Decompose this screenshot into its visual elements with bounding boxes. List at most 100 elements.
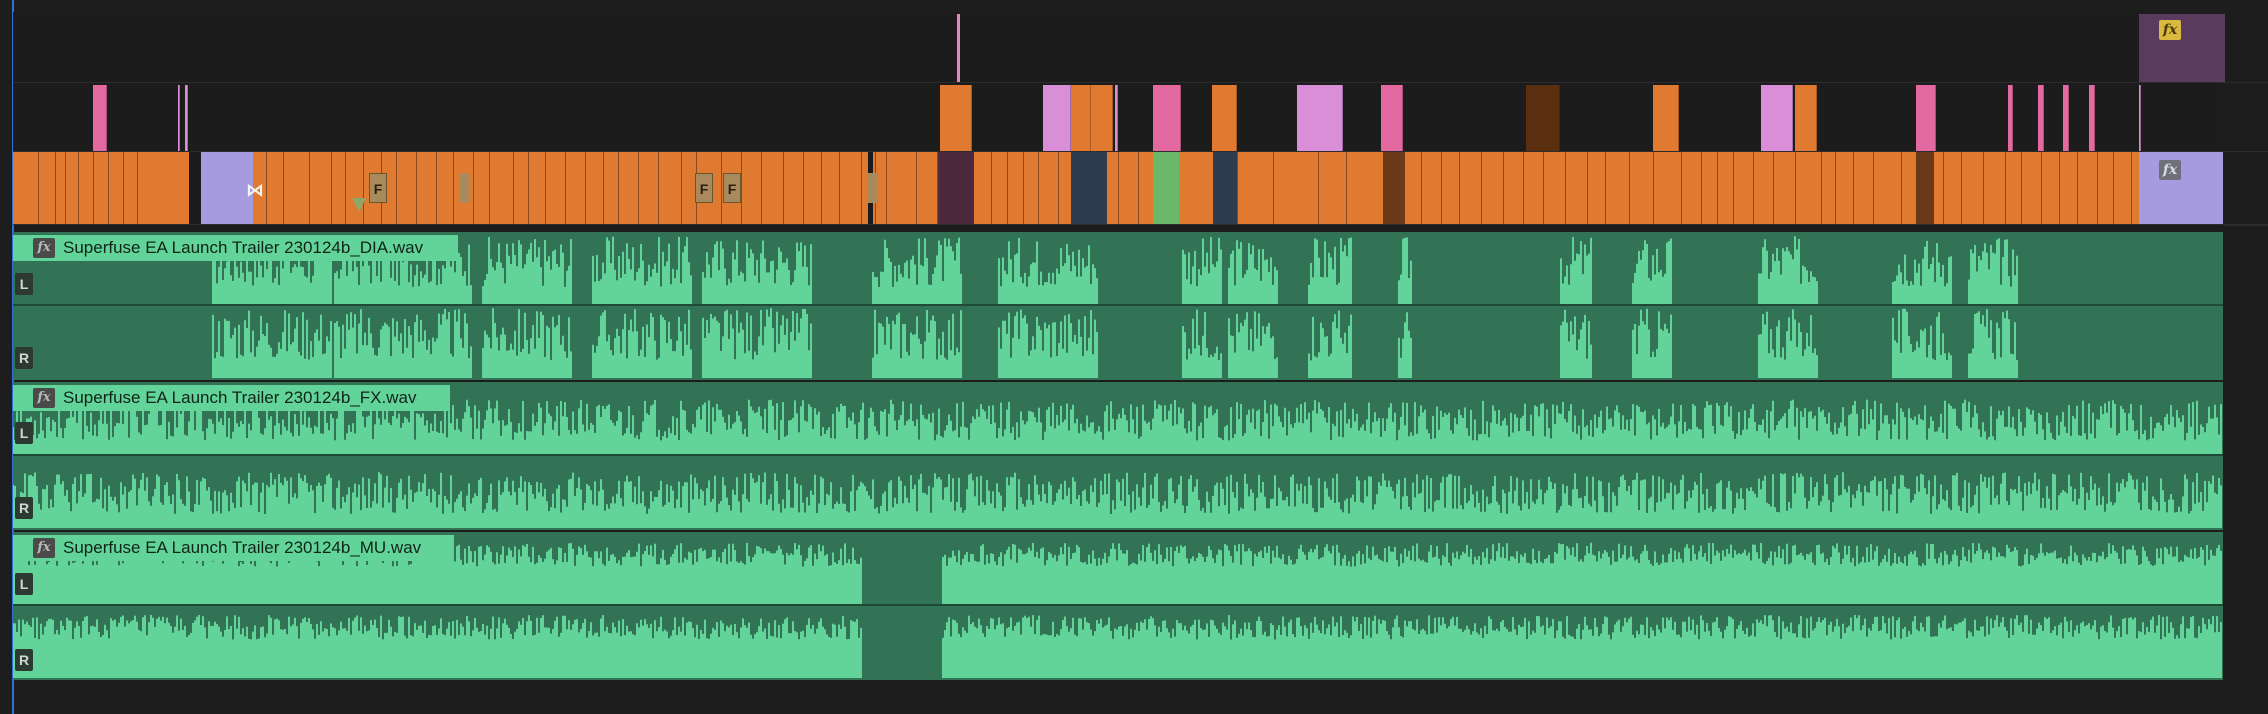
v2-clip[interactable]	[2008, 85, 2013, 151]
v1-clip-edge[interactable]	[2005, 152, 2006, 224]
v1-clip-edge[interactable]	[1346, 152, 1347, 224]
v3-thin-clip[interactable]	[957, 14, 960, 82]
v1-clip[interactable]	[1916, 152, 1934, 224]
v1-clip[interactable]	[1071, 152, 1107, 224]
fx-icon[interactable]: fx	[33, 238, 55, 258]
v1-clip-edge[interactable]	[618, 152, 619, 224]
v1-clip-edge[interactable]	[1503, 152, 1504, 224]
v1-clip-edge[interactable]	[585, 152, 586, 224]
v1-clip-edge[interactable]	[603, 152, 604, 224]
v2-clip[interactable]	[93, 85, 107, 151]
v1-clip-edge[interactable]	[1523, 152, 1524, 224]
v2-clip[interactable]	[940, 85, 972, 151]
audio-clip-header[interactable]: fx Superfuse EA Launch Trailer 230124b_F…	[13, 385, 450, 411]
v2-clip[interactable]	[1115, 85, 1118, 151]
v1-clip-edge[interactable]	[1058, 152, 1059, 224]
v1-clip-edge[interactable]	[2131, 152, 2132, 224]
sequence-timeline[interactable]: fx F F F ⋈ fx fx Superfuse EA Launch Tra…	[0, 0, 2268, 714]
v1-clip-edge[interactable]	[658, 152, 659, 224]
v1-clip-edge[interactable]	[1773, 152, 1774, 224]
v1-clip-edge[interactable]	[1629, 152, 1630, 224]
v1-clip-edge[interactable]	[436, 152, 437, 224]
v1-clip-edge[interactable]	[2097, 152, 2098, 224]
v2-clip[interactable]	[2139, 85, 2141, 151]
v2-clip[interactable]	[185, 85, 188, 151]
v1-clip-edge[interactable]	[2041, 152, 2042, 224]
v1-clip-edge[interactable]	[331, 152, 332, 224]
frame-marker[interactable]: F	[723, 173, 741, 203]
v1-clip-edge[interactable]	[1565, 152, 1566, 224]
v1-clip[interactable]	[1153, 152, 1179, 224]
v2-clip[interactable]	[1153, 85, 1181, 151]
v1-clip-edge[interactable]	[783, 152, 784, 224]
video-track-3[interactable]	[13, 12, 2223, 82]
v2-clip[interactable]	[1795, 85, 1817, 151]
v1-clip-edge[interactable]	[721, 152, 722, 224]
v1-clip-edge[interactable]	[1653, 152, 1654, 224]
v3-adjustment-clip[interactable]: fx	[2139, 14, 2225, 82]
v1-clip-edge[interactable]	[137, 152, 138, 224]
v2-clip[interactable]	[1916, 85, 1936, 151]
v1-clip-edge[interactable]	[1961, 152, 1962, 224]
v1-clip-edge[interactable]	[1717, 152, 1718, 224]
v1-clip-edge[interactable]	[489, 152, 490, 224]
v1-clip-edge[interactable]	[839, 152, 840, 224]
v1-clip[interactable]	[2139, 152, 2223, 224]
v1-clip-edge[interactable]	[761, 152, 762, 224]
v2-clip[interactable]	[1526, 85, 1560, 151]
v2-clip[interactable]	[1761, 85, 1793, 151]
v1-clip-edge[interactable]	[1038, 152, 1039, 224]
v1-clip-edge[interactable]	[821, 152, 822, 224]
v2-clip[interactable]	[1653, 85, 1679, 151]
v1-clip-edge[interactable]	[1318, 152, 1319, 224]
v1-clip-edge[interactable]	[1983, 152, 1984, 224]
v1-clip-edge[interactable]	[2021, 152, 2022, 224]
v2-clip[interactable]	[1381, 85, 1403, 151]
v1-clip-edge[interactable]	[1901, 152, 1902, 224]
v1-clip-edge[interactable]	[363, 152, 364, 224]
v1-clip-edge[interactable]	[1118, 152, 1119, 224]
v1-clip[interactable]	[1213, 152, 1237, 224]
v1-clip-edge[interactable]	[1795, 152, 1796, 224]
v1-clip-edge[interactable]	[108, 152, 109, 224]
v1-clip-edge[interactable]	[1605, 152, 1606, 224]
v1-clip[interactable]	[938, 152, 974, 224]
video-track-1[interactable]	[13, 152, 2223, 224]
v1-clip-edge[interactable]	[93, 152, 94, 224]
video-track-2[interactable]	[13, 83, 2223, 151]
slash-marker[interactable]	[868, 173, 878, 203]
v1-clip-edge[interactable]	[545, 152, 546, 224]
v1-clip-edge[interactable]	[1753, 152, 1754, 224]
v1-clip-edge[interactable]	[266, 152, 267, 224]
fx-icon[interactable]: fx	[33, 538, 55, 558]
v1-clip-edge[interactable]	[2059, 152, 2060, 224]
v1-clip-edge[interactable]	[55, 152, 56, 224]
v1-clip-edge[interactable]	[513, 152, 514, 224]
v1-clip-edge[interactable]	[345, 152, 346, 224]
audio-clip-header[interactable]: fx Superfuse EA Launch Trailer 230124b_D…	[13, 235, 458, 261]
v1-clip-edge[interactable]	[1853, 152, 1854, 224]
v1-clip-edge[interactable]	[991, 152, 992, 224]
v1-clip-edge[interactable]	[1873, 152, 1874, 224]
v1-clip-edge[interactable]	[1237, 152, 1238, 224]
v2-clip[interactable]	[1297, 85, 1343, 151]
v1-clip-edge[interactable]	[1701, 152, 1702, 224]
v1-clip-edge[interactable]	[803, 152, 804, 224]
v2-clip[interactable]	[2089, 85, 2095, 151]
frame-marker[interactable]: F	[369, 173, 387, 203]
v1-clip-edge[interactable]	[473, 152, 474, 224]
v2-clip[interactable]	[2038, 85, 2044, 151]
slash-marker[interactable]	[460, 173, 470, 203]
v1-clip-edge[interactable]	[1835, 152, 1836, 224]
v1-clip-edge[interactable]	[638, 152, 639, 224]
v1-clip-edge[interactable]	[416, 152, 417, 224]
v1-clip-edge[interactable]	[453, 152, 454, 224]
v1-clip-edge[interactable]	[886, 152, 887, 224]
v1-clip-edge[interactable]	[1943, 152, 1944, 224]
v1-clip-edge[interactable]	[1543, 152, 1544, 224]
v1-clip-edge[interactable]	[741, 152, 742, 224]
v1-clip-edge[interactable]	[1681, 152, 1682, 224]
v1-clip-edge[interactable]	[681, 152, 682, 224]
v2-clip[interactable]	[178, 85, 180, 151]
v1-clip-edge[interactable]	[1587, 152, 1588, 224]
